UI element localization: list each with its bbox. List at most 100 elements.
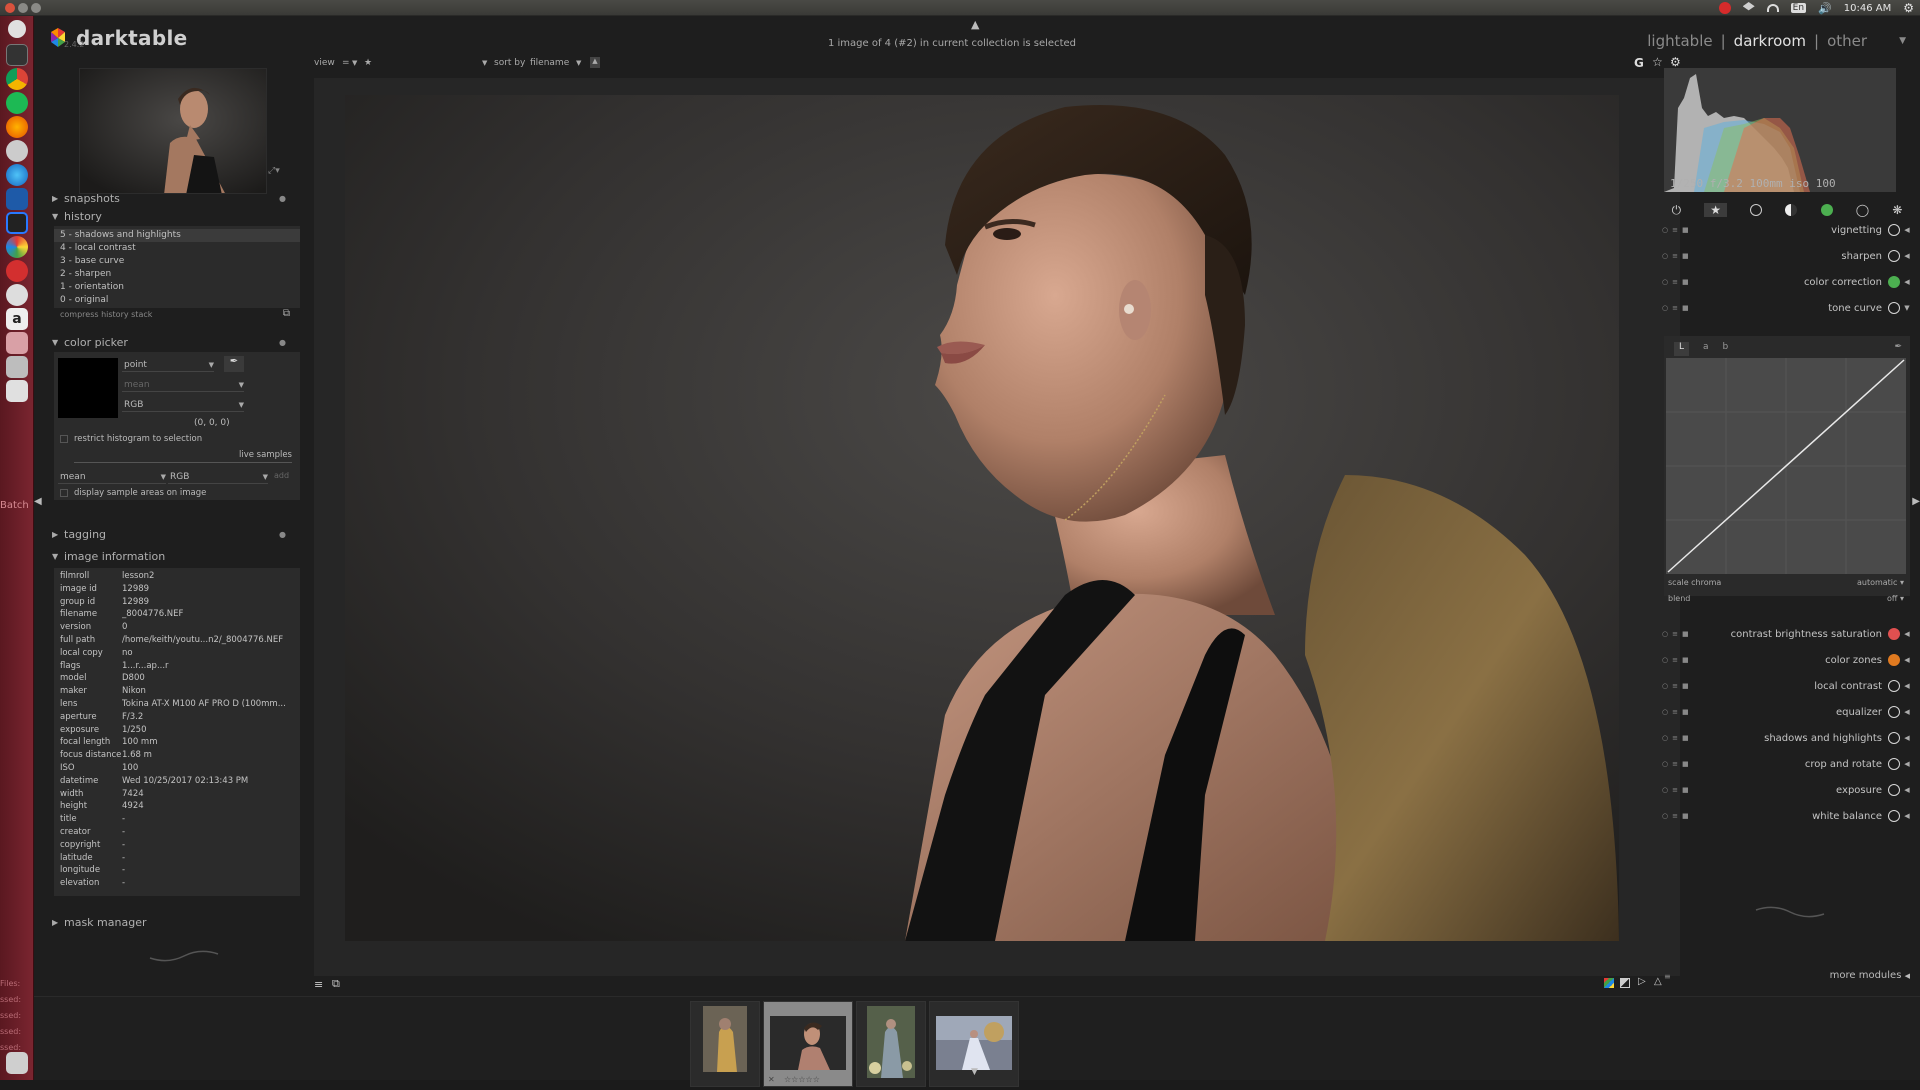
module-reset-icon[interactable]: ■ (1682, 734, 1689, 742)
history-item[interactable]: 1 - orientation (54, 281, 300, 294)
disk-icon[interactable] (6, 380, 28, 402)
module-presets-icon[interactable]: ≡ (1672, 630, 1678, 638)
picker-statistic-select[interactable]: mean ▼ (122, 378, 244, 392)
module-vignetting[interactable]: ○ ≡ ■ vignetting ◀ (1660, 218, 1914, 242)
active-modules-power-icon[interactable]: ⏻ (1672, 203, 1682, 218)
dropdown-arrow-icon[interactable]: ▼ (352, 59, 357, 67)
darktable-launcher-icon[interactable] (6, 236, 28, 258)
mask-manager-header[interactable]: ▶ mask manager (52, 914, 306, 930)
module-presets-icon[interactable]: ≡ (1672, 760, 1678, 768)
module-power-icon[interactable]: ○ (1662, 708, 1668, 716)
expand-arrow-icon[interactable]: ◀ (1900, 682, 1914, 690)
view-lighttable[interactable]: lightable (1647, 32, 1712, 50)
module-white-balance[interactable]: ○ ≡ ■ white balance ◀ (1660, 804, 1914, 828)
module-power-icon[interactable]: ○ (1662, 252, 1668, 260)
module-presets-icon[interactable]: ≡ (1672, 708, 1678, 716)
module-power-icon[interactable]: ○ (1662, 812, 1668, 820)
history-item[interactable]: 3 - base curve (54, 255, 300, 268)
edited-photo[interactable] (345, 95, 1619, 941)
sample-statistic-select[interactable]: mean ▼ (58, 470, 166, 484)
expand-arrow-icon[interactable]: ◀ (1900, 708, 1914, 716)
module-power-icon[interactable]: ○ (1662, 682, 1668, 690)
browser-icon[interactable] (6, 164, 28, 186)
settings-gear-icon[interactable]: ⚙ (1903, 1, 1914, 15)
module-reset-icon[interactable]: ■ (1682, 656, 1689, 664)
module-presets-icon[interactable]: ≡ (1672, 304, 1678, 312)
tone-group-icon[interactable] (1785, 204, 1798, 216)
module-power-icon[interactable]: ○ (1662, 760, 1668, 768)
reset-icon[interactable]: ● (279, 530, 286, 539)
history-item[interactable]: 2 - sharpen (54, 268, 300, 281)
drive-icon[interactable] (6, 356, 28, 378)
filmstrip-thumb-selected[interactable]: ☆☆☆☆☆ ✕ (763, 1001, 853, 1087)
collapse-top-panel-icon[interactable]: ▲ (971, 18, 979, 31)
expand-arrow-icon[interactable]: ◀ (1900, 252, 1914, 260)
amazon-icon[interactable]: a (6, 308, 28, 330)
sort-order-toggle-icon[interactable]: ▲ (590, 57, 600, 68)
monitor-icon[interactable] (6, 212, 28, 234)
terminal-icon[interactable] (6, 44, 28, 66)
rating-filter-select[interactable]: ★ (364, 58, 372, 68)
module-shadows-and-highlights[interactable]: ○ ≡ ■ shadows and highlights ◀ (1660, 726, 1914, 750)
dropdown-arrow-icon[interactable]: ▼ (576, 59, 581, 67)
picker-colorspace-select[interactable]: RGB ▼ (122, 398, 244, 412)
expand-thumbnail-icon[interactable]: ⤢▾ (268, 166, 280, 176)
module-power-icon[interactable]: ○ (1662, 304, 1668, 312)
filmstrip-thumb[interactable] (856, 1001, 926, 1087)
basic-group-icon[interactable] (1750, 204, 1763, 216)
expand-arrow-icon[interactable]: ◀ (1900, 734, 1914, 742)
navigation-thumbnail[interactable] (79, 68, 267, 194)
expand-arrow-icon[interactable]: ◀ (1900, 760, 1914, 768)
minimize-window-button[interactable] (18, 3, 28, 13)
module-presets-icon[interactable]: ≡ (1672, 786, 1678, 794)
module-tone-curve[interactable]: ○ ≡ ■ tone curve ▼ (1660, 296, 1914, 320)
gamut-check-icon[interactable]: ▷ (1638, 976, 1646, 987)
module-crop-and-rotate[interactable]: ○ ≡ ■ crop and rotate ◀ (1660, 752, 1914, 776)
rating-comparator-select[interactable]: = (342, 58, 350, 68)
maximize-window-button[interactable] (31, 3, 41, 13)
module-sharpen[interactable]: ○ ≡ ■ sharpen ◀ (1660, 244, 1914, 268)
filmstrip-thumb[interactable] (690, 1001, 760, 1087)
module-equalizer[interactable]: ○ ≡ ■ equalizer ◀ (1660, 700, 1914, 724)
expand-arrow-icon[interactable]: ◀ (1900, 786, 1914, 794)
histogram[interactable]: 1/250 f/3.2 100mm iso 100 (1664, 68, 1896, 192)
close-window-button[interactable] (5, 3, 15, 13)
module-contrast-brightness-saturation[interactable]: ○ ≡ ■ contrast brightness saturation ◀ (1660, 622, 1914, 646)
module-presets-icon[interactable]: ≡ (1672, 734, 1678, 742)
color-picker-header[interactable]: ▼ color picker ● (52, 334, 306, 350)
curve-picker-icon[interactable]: ✒ (1894, 342, 1902, 356)
chevron-down-icon[interactable]: ▼ (1899, 36, 1906, 46)
correct-group-icon[interactable]: ◯ (1856, 203, 1869, 217)
module-reset-icon[interactable]: ■ (1682, 630, 1689, 638)
blend-mode-select[interactable]: off ▾ (1887, 594, 1904, 603)
favorite-modules-icon[interactable]: ★ (1704, 203, 1728, 217)
sample-colorspace-select[interactable]: RGB ▼ (168, 470, 268, 484)
module-power-icon[interactable]: ○ (1662, 226, 1668, 234)
picker-mode-select[interactable]: point ▼ (122, 358, 214, 372)
create-style-icon[interactable]: ⧉ (283, 308, 290, 319)
module-presets-icon[interactable]: ≡ (1672, 656, 1678, 664)
curve-tab-a[interactable]: a (1703, 342, 1709, 356)
screen-icon[interactable] (6, 188, 28, 210)
sort-field-select[interactable]: filename (530, 58, 569, 68)
chrome-icon[interactable] (6, 68, 28, 90)
firefox-icon[interactable] (6, 116, 28, 138)
image-information-header[interactable]: ▼ image information (52, 548, 306, 564)
module-reset-icon[interactable]: ■ (1682, 708, 1689, 716)
view-other[interactable]: other (1827, 32, 1867, 50)
expand-arrow-icon[interactable]: ◀ (1900, 812, 1914, 820)
grouping-icon[interactable]: G (1634, 56, 1644, 70)
module-reset-icon[interactable]: ■ (1682, 304, 1689, 312)
snapshots-header[interactable]: ▶ snapshots ● (52, 190, 306, 206)
module-reset-icon[interactable]: ■ (1682, 786, 1689, 794)
module-power-icon[interactable]: ○ (1662, 630, 1668, 638)
volume-icon[interactable]: 🔊 (1818, 2, 1832, 15)
module-color-zones[interactable]: ○ ≡ ■ color zones ◀ (1660, 648, 1914, 672)
module-reset-icon[interactable]: ■ (1682, 226, 1689, 234)
expand-arrow-icon[interactable]: ◀ (1900, 226, 1914, 234)
module-reset-icon[interactable]: ■ (1682, 682, 1689, 690)
history-item[interactable]: 4 - local contrast (54, 242, 300, 255)
color-assessment-icon[interactable] (1604, 978, 1614, 988)
ubuntu-dash-icon[interactable] (8, 20, 26, 38)
expand-arrow-icon[interactable]: ◀ (1900, 278, 1914, 286)
